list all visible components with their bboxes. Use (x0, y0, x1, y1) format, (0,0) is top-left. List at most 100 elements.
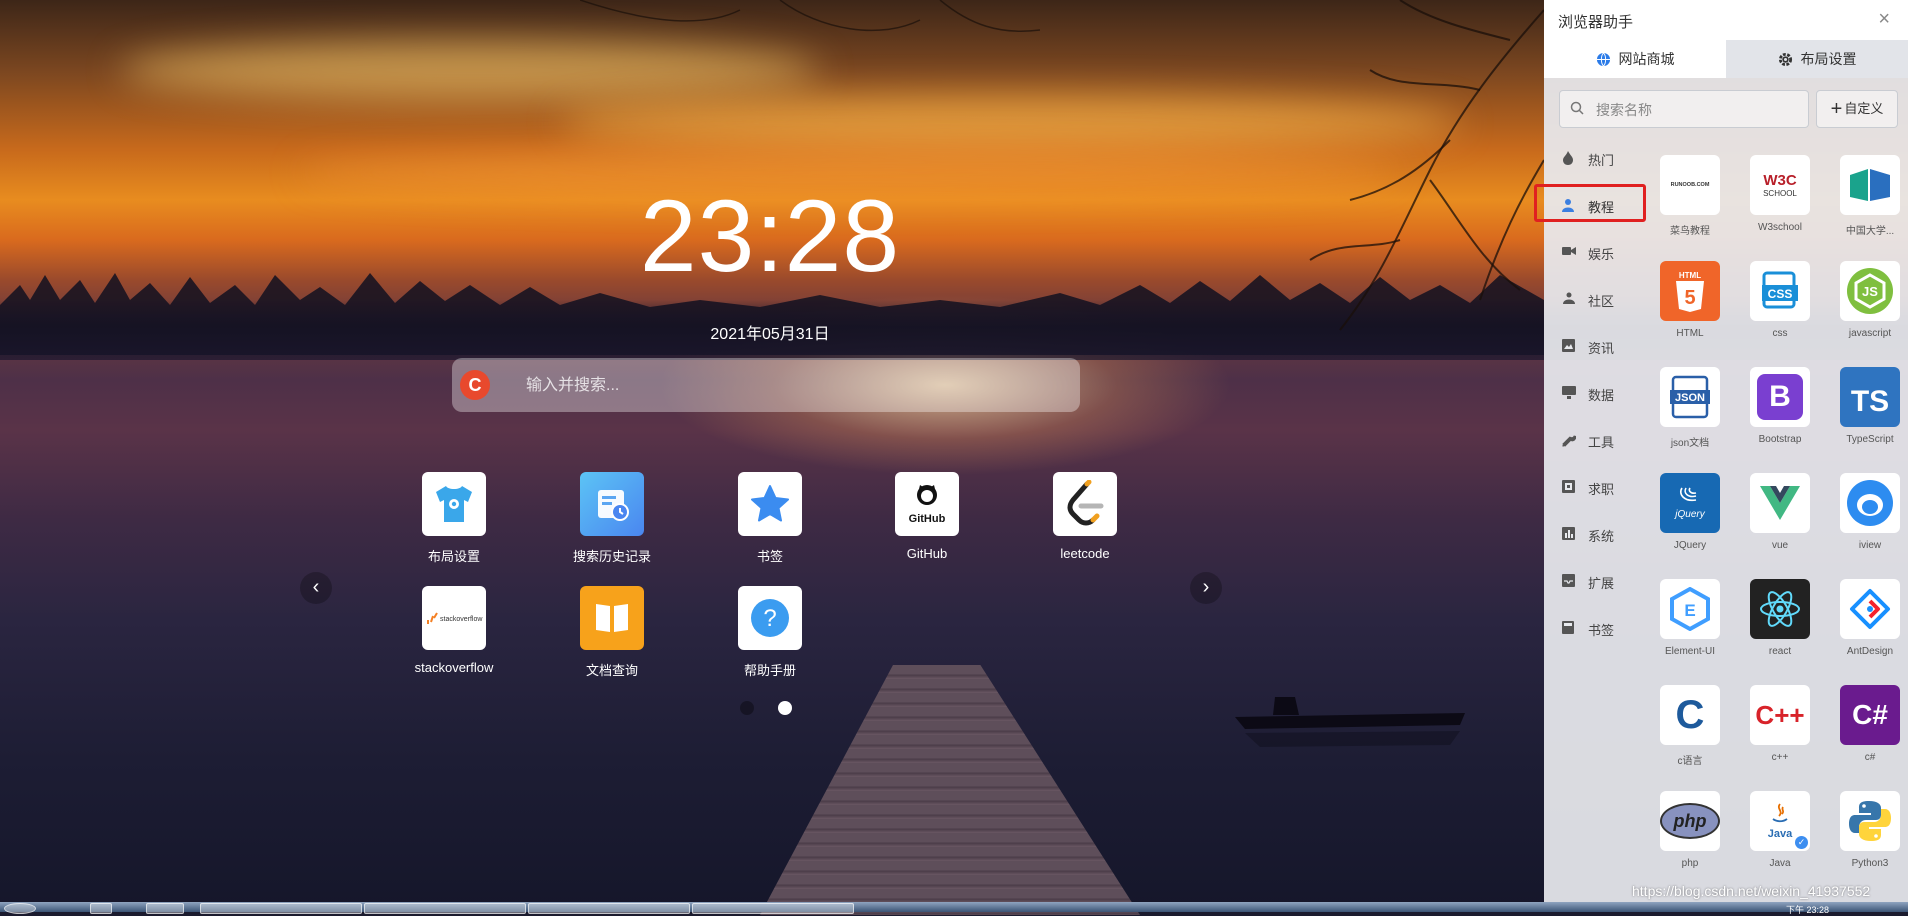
site-html[interactable]: HTML 5 HTML (1646, 261, 1734, 339)
svg-text:GitHub: GitHub (909, 513, 946, 525)
site-mooc[interactable]: 中国大学... (1826, 155, 1908, 237)
app-bookmarks[interactable]: 书签 (710, 472, 830, 565)
json-logo-icon: JSON (1660, 367, 1720, 427)
app-label: 帮助手册 (743, 663, 796, 678)
site-php[interactable]: php php (1646, 791, 1734, 869)
category-hot[interactable]: 热门 (1544, 140, 1642, 176)
site-json[interactable]: JSON json文档 (1646, 367, 1734, 449)
site-antdesign[interactable]: AntDesign (1826, 579, 1908, 657)
app-leetcode[interactable]: leetcode (1025, 472, 1145, 561)
search-icon (1570, 101, 1584, 115)
logo-text: TS (1850, 385, 1890, 418)
taskbar-app-icon[interactable] (146, 903, 184, 914)
star-icon (738, 472, 802, 536)
taskbar-window[interactable] (528, 903, 690, 914)
category-news[interactable]: 资讯 (1544, 328, 1642, 364)
category-bookmarks[interactable]: 书签 (1544, 610, 1642, 646)
app-label: GitHub (906, 546, 948, 561)
php-logo-icon: php (1660, 791, 1720, 851)
site-css[interactable]: CSS css (1736, 261, 1824, 339)
app-doc-search[interactable]: 文档查询 (552, 586, 672, 679)
site-typescript[interactable]: TS TypeScript (1826, 367, 1908, 445)
bootstrap-logo-icon: B (1750, 367, 1810, 427)
category-label: 工具 (1588, 435, 1615, 450)
logo-text: C++ (1755, 699, 1805, 730)
next-page-arrow-icon[interactable]: › (1190, 572, 1222, 604)
category-data[interactable]: 数据 (1544, 375, 1642, 411)
taskbar-app-icon[interactable] (90, 903, 112, 914)
taskbar-window[interactable] (692, 903, 854, 914)
app-help-manual[interactable]: ? 帮助手册 (710, 586, 830, 679)
site-element-ui[interactable]: E Element-UI (1646, 579, 1734, 657)
site-runoob[interactable]: RUNOOB.COM 菜鸟教程 (1646, 155, 1734, 237)
site-javascript[interactable]: JS javascript (1826, 261, 1908, 339)
logo-text: JS (1862, 284, 1878, 299)
site-cpp[interactable]: C++ c++ (1736, 685, 1824, 763)
leetcode-icon (1053, 472, 1117, 536)
site-search-box[interactable] (1559, 90, 1809, 128)
site-w3school[interactable]: W3C SCHOOL W3school (1736, 155, 1824, 233)
logo-text: B (1757, 374, 1803, 420)
tab-site-store[interactable]: 网站商城 (1544, 40, 1726, 78)
clock-time: 23:28 (639, 179, 901, 293)
job-icon (1562, 480, 1575, 493)
site-label: javascript (1848, 328, 1892, 339)
page-dot-1[interactable] (740, 701, 754, 715)
site-bootstrap[interactable]: B Bootstrap (1736, 367, 1824, 445)
taskbar-window[interactable] (200, 903, 362, 914)
search-bar[interactable]: C (452, 358, 1080, 412)
category-system[interactable]: 系统 (1544, 516, 1642, 552)
python-logo-icon (1840, 791, 1900, 851)
bookmark-icon (1562, 621, 1574, 634)
tree-branches (1309, 0, 1544, 331)
tab-layout-settings[interactable]: 布局设置 (1726, 40, 1908, 78)
app-search-history[interactable]: 搜索历史记录 (552, 472, 672, 565)
app-layout-settings[interactable]: 布局设置 (394, 472, 514, 565)
site-vue[interactable]: vue (1736, 473, 1824, 551)
csharp-logo-icon: C# (1840, 685, 1900, 745)
close-icon[interactable]: × (1878, 8, 1890, 31)
site-label: Java (1769, 858, 1791, 869)
page-dot-2[interactable] (778, 701, 792, 715)
browser-assistant-panel: 浏览器助手 × 网站商城 布局设置 +自定义 热门 教程 娱乐 社区 (1534, 0, 1908, 902)
site-search-input[interactable] (1594, 98, 1798, 122)
tab-label: 布局设置 (1800, 51, 1857, 67)
site-label: TypeScript (1846, 434, 1894, 445)
app-label: leetcode (1060, 546, 1110, 561)
site-label: W3school (1758, 222, 1802, 233)
site-jquery[interactable]: jQuery JQuery (1646, 473, 1734, 551)
category-label: 书签 (1588, 623, 1615, 638)
custom-button[interactable]: + 自定义 (1816, 90, 1898, 128)
flame-icon (1563, 151, 1573, 165)
element-ui-logo-icon: E (1660, 579, 1720, 639)
history-icon (580, 472, 644, 536)
site-c[interactable]: C c语言 (1646, 685, 1734, 767)
start-button[interactable] (4, 903, 36, 914)
site-react[interactable]: react (1736, 579, 1824, 657)
site-label: c++ (1771, 752, 1789, 763)
app-github[interactable]: GitHub GitHub (867, 472, 987, 561)
category-community[interactable]: 社区 (1544, 281, 1642, 317)
category-tutorial[interactable]: 教程 (1534, 184, 1646, 223)
category-extensions[interactable]: 扩展 (1544, 563, 1642, 599)
category-jobs[interactable]: 求职 (1544, 469, 1642, 505)
logo-text: C (1675, 692, 1705, 737)
search-input[interactable] (524, 370, 1048, 402)
site-label: react (1768, 646, 1792, 657)
site-python[interactable]: Python3 (1826, 791, 1908, 869)
globe-icon (1596, 52, 1610, 67)
site-label: 菜鸟教程 (1670, 226, 1710, 237)
site-iview[interactable]: iview (1826, 473, 1908, 551)
category-tools[interactable]: 工具 (1544, 422, 1642, 458)
category-label: 系统 (1588, 529, 1615, 544)
app-stackoverflow[interactable]: stackoverflow stackoverflow (394, 586, 514, 675)
site-java[interactable]: Java ✓ Java (1736, 791, 1824, 869)
taskbar-window[interactable] (364, 903, 526, 914)
prev-page-arrow-icon[interactable]: ‹ (300, 572, 332, 604)
category-entertainment[interactable]: 娱乐 (1544, 234, 1642, 270)
site-csharp[interactable]: C# c# (1826, 685, 1908, 763)
watermark-text: https://blog.csdn.net/weixin_41937552 (1632, 883, 1871, 899)
category-label: 热门 (1588, 153, 1615, 168)
css-logo-icon: CSS (1750, 261, 1810, 321)
search-engine-logo-icon[interactable]: C (460, 370, 490, 400)
